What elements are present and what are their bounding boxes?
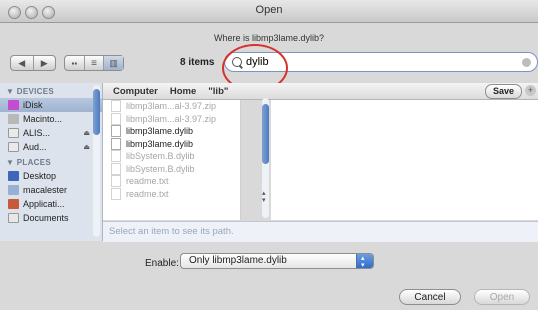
icon-view-icon: ▪▪ [71, 58, 78, 68]
file-name: libmp3lam...al-3.97.zip [126, 101, 217, 112]
sidebar-item-alis[interactable]: ALIS... ⏏ [0, 126, 102, 140]
sidebar-item-home[interactable]: macalester [0, 183, 102, 197]
sidebar-item-desktop[interactable]: Desktop [0, 169, 102, 183]
title-bar: Open [0, 0, 538, 23]
cancel-button[interactable]: Cancel [399, 289, 461, 305]
save-search-button[interactable]: Save [484, 84, 522, 99]
dialog-prompt: Where is libmp3lame.dylib? [213, 33, 325, 43]
zip-file-icon [111, 112, 121, 125]
popup-arrows-icon [356, 252, 373, 273]
clear-search-icon[interactable] [522, 58, 531, 67]
file-row: libmp3lam...al-3.97.zip [103, 100, 240, 113]
forward-button[interactable]: ▶ [34, 56, 56, 70]
file-name: readme.txt [126, 188, 169, 199]
enable-filter-select[interactable]: Only libmp3lame.dylib [180, 252, 374, 273]
file-list-scroll-thumb[interactable] [262, 104, 269, 164]
add-criteria-button[interactable]: + [525, 85, 536, 96]
sidebar-scroll-thumb[interactable] [93, 89, 100, 135]
dylib-file-icon [111, 162, 121, 175]
file-name: libmp3lame.dylib [126, 126, 194, 137]
file-name: libSystem.B.dylib [126, 163, 195, 174]
scroll-arrows-icon[interactable]: ▴ ▾ [262, 190, 266, 204]
drive-icon [8, 142, 19, 152]
file-name: libSystem.B.dylib [126, 151, 195, 162]
zip-file-icon [111, 100, 121, 113]
sidebar-item-label: Aud... [23, 142, 47, 152]
file-row: readme.txt [103, 187, 240, 201]
file-row: readme.txt [103, 175, 240, 188]
path-status-bar: Select an item to see its path. [103, 221, 538, 242]
hard-drive-icon [8, 114, 19, 124]
path-bar: Computer Home "lib" Save + [103, 83, 538, 100]
text-file-icon [111, 175, 121, 188]
window-title: Open [255, 4, 283, 16]
file-row: libSystem.B.dylib [103, 162, 240, 176]
file-row: libmp3lam...al-3.97.zip [103, 112, 240, 126]
eject-icon[interactable]: ⏏ [83, 129, 90, 137]
file-name: libmp3lame.dylib [126, 138, 194, 149]
enable-label: Enable: [145, 258, 179, 269]
icon-view-button[interactable]: ▪▪ [65, 56, 85, 70]
open-button[interactable]: Open [474, 289, 530, 305]
sidebar-item-label: Documents [23, 213, 69, 223]
drive-icon [8, 128, 19, 138]
forward-arrow-icon: ▶ [40, 57, 48, 68]
dylib-file-icon [111, 137, 121, 150]
documents-icon [8, 213, 19, 223]
sidebar: ▼ DEVICES iDisk Macinto... ALIS... ⏏ Aud… [0, 83, 103, 241]
sidebar-item-idisk[interactable]: iDisk [0, 98, 102, 112]
file-name: libmp3lam...al-3.97.zip [126, 113, 217, 124]
file-name: readme.txt [126, 176, 169, 187]
text-file-icon [111, 187, 121, 200]
back-forward-control: ◀ ▶ [10, 55, 56, 71]
dylib-file-icon [111, 125, 121, 138]
back-button[interactable]: ◀ [11, 56, 34, 70]
enable-selected-value: Only libmp3lame.dylib [189, 255, 287, 266]
back-arrow-icon: ◀ [18, 57, 26, 68]
dylib-file-icon [111, 150, 121, 163]
sidebar-item-label: Macinto... [23, 114, 63, 124]
file-row: libSystem.B.dylib [103, 150, 240, 163]
item-count: 8 items [180, 57, 215, 68]
sidebar-item-label: macalester [23, 185, 68, 195]
file-row[interactable]: libmp3lame.dylib [103, 125, 240, 138]
sidebar-item-label: Desktop [23, 171, 57, 181]
home-icon [8, 185, 19, 195]
list-view-button[interactable]: ≡ [85, 56, 105, 70]
view-mode-control: ▪▪ ≡ ▥ [64, 55, 124, 71]
column-view-icon: ▥ [109, 57, 118, 68]
status-text: Select an item to see its path. [109, 226, 234, 237]
eject-icon[interactable]: ⏏ [83, 143, 90, 151]
sidebar-item-macintosh-hd[interactable]: Macinto... [0, 112, 102, 126]
file-list: libmp3lam...al-3.97.zip libmp3lam...al-3… [103, 100, 241, 220]
sidebar-scrollbar[interactable] [93, 85, 100, 237]
crumb-lib[interactable]: "lib" [208, 86, 228, 97]
column-view-button[interactable]: ▥ [104, 56, 124, 70]
sidebar-item-applications[interactable]: Applicati... [0, 197, 102, 211]
sidebar-item-aud[interactable]: Aud... ⏏ [0, 140, 102, 154]
crumb-computer[interactable]: Computer [113, 86, 158, 97]
sidebar-devices-header: ▼ DEVICES [6, 87, 54, 96]
applications-icon [8, 199, 19, 209]
list-view-icon: ≡ [91, 57, 97, 69]
sidebar-item-label: ALIS... [23, 128, 51, 138]
desktop-icon [8, 171, 19, 181]
crumb-home[interactable]: Home [170, 86, 196, 97]
sidebar-item-label: iDisk [23, 100, 43, 110]
preview-column [271, 100, 538, 220]
sidebar-places-header: ▼ PLACES [6, 158, 51, 167]
file-row[interactable]: libmp3lame.dylib [103, 137, 240, 151]
idisk-icon [8, 100, 19, 110]
sidebar-item-documents[interactable]: Documents [0, 211, 102, 225]
sidebar-item-label: Applicati... [23, 199, 65, 209]
